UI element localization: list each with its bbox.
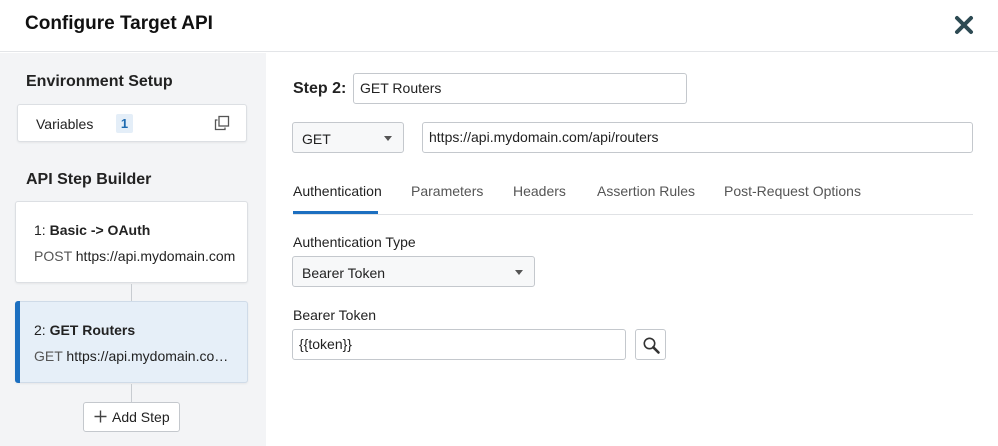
dialog-title: Configure Target API: [25, 13, 213, 34]
auth-type-value: Bearer Token: [302, 265, 386, 281]
selected-indicator: [15, 301, 20, 383]
step-1-heading: 1: Basic -> OAuth: [34, 222, 150, 238]
step-url: https://api.mydomain.com/api/routers: [66, 348, 239, 364]
tab-headers[interactable]: Headers: [513, 183, 566, 199]
step-name: Basic -> OAuth: [49, 222, 151, 238]
bearer-token-label: Bearer Token: [293, 307, 377, 323]
auth-type-select[interactable]: Bearer Token: [292, 256, 535, 287]
step-connector: [131, 284, 132, 301]
step-method: POST: [34, 248, 72, 264]
step-card-2-selected[interactable]: 2: GET Routers GET https://api.mydomain.…: [15, 301, 248, 383]
http-method-value: GET: [302, 131, 331, 147]
variables-label: Variables: [36, 116, 94, 132]
step-name: GET Routers: [49, 322, 136, 338]
step-connector: [131, 384, 132, 402]
step-name-input[interactable]: GET Routers: [353, 73, 687, 104]
api-step-builder-title: API Step Builder: [26, 171, 152, 188]
add-step-button[interactable]: Add Step: [83, 402, 180, 432]
environment-setup-title: Environment Setup: [26, 73, 173, 90]
copy-icon[interactable]: [214, 115, 230, 131]
step-number: 2:: [34, 322, 46, 338]
step-number: 1:: [34, 222, 46, 238]
step-2-request: GET https://api.mydomain.com/api/routers: [34, 348, 239, 364]
step-method: GET: [34, 348, 63, 364]
url-input[interactable]: https://api.mydomain.com/api/routers: [422, 122, 973, 153]
http-method-select[interactable]: GET: [292, 122, 404, 153]
caret-down-icon: [515, 270, 523, 275]
active-tab-indicator: [293, 211, 378, 214]
step-2-heading: 2: GET Routers: [34, 322, 135, 338]
step-editor: Step 2: GET Routers GET https://api.mydo…: [266, 53, 998, 446]
add-step-label: Add Step: [112, 409, 170, 425]
tab-authentication[interactable]: Authentication: [293, 183, 382, 199]
variable-lookup-button[interactable]: [635, 329, 666, 360]
variables-count-badge: 1: [116, 114, 133, 133]
step-label: Step 2:: [293, 80, 347, 97]
caret-down-icon: [384, 136, 392, 141]
tab-parameters[interactable]: Parameters: [411, 183, 483, 199]
plus-icon: [94, 410, 107, 423]
dialog-header: Configure Target API: [0, 0, 998, 52]
tab-post-request-options[interactable]: Post-Request Options: [724, 183, 861, 199]
step-card-1[interactable]: 1: Basic -> OAuth POST https://api.mydom…: [15, 201, 248, 283]
tab-bar: Authentication Parameters Headers Assert…: [293, 181, 973, 215]
bearer-token-input[interactable]: {{token}}: [292, 329, 626, 360]
tab-assertion-rules[interactable]: Assertion Rules: [597, 183, 695, 199]
search-icon: [643, 337, 660, 354]
auth-type-label: Authentication Type: [293, 234, 416, 250]
close-icon[interactable]: [953, 14, 975, 36]
step-url: https://api.mydomain.com: [75, 248, 236, 264]
sidebar: Environment Setup Variables 1 API Step B…: [0, 53, 266, 446]
variables-card[interactable]: Variables 1: [17, 104, 247, 142]
step-1-request: POST https://api.mydomain.com: [34, 248, 239, 264]
